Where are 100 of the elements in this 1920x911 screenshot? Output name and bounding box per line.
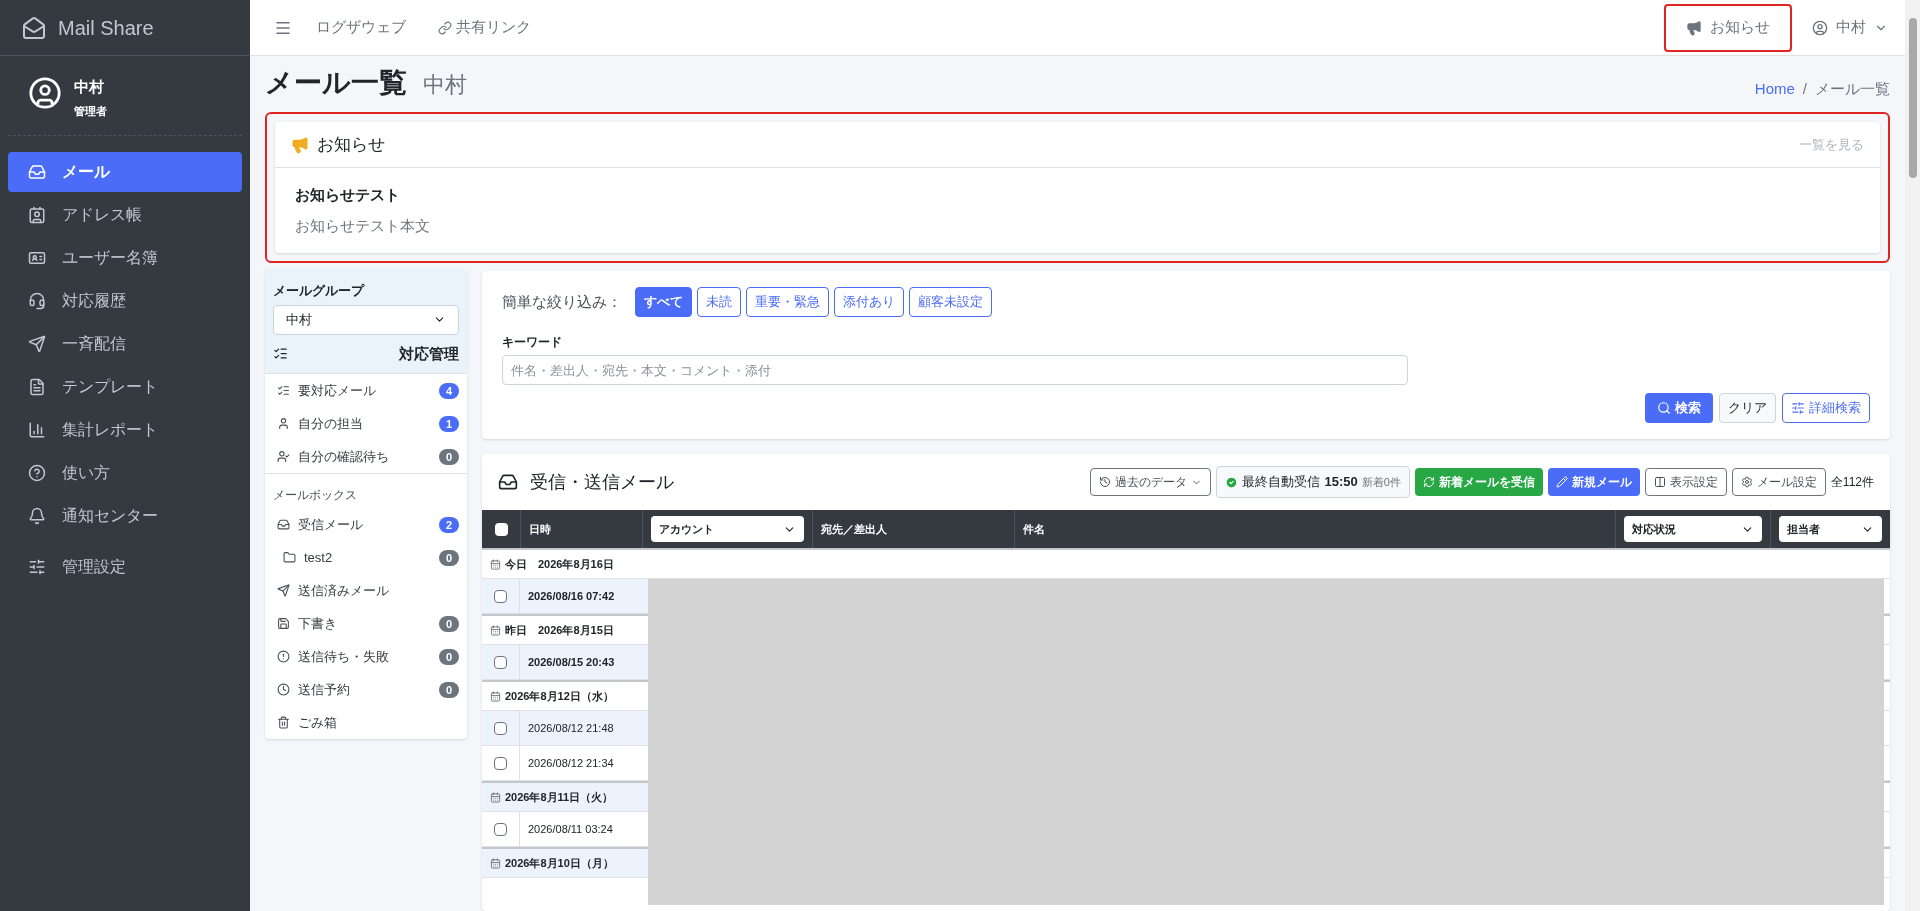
mailbox-item[interactable]: 送信予約 0 bbox=[265, 673, 467, 706]
count-badge: 4 bbox=[438, 382, 459, 399]
count-badge: 0 bbox=[438, 615, 459, 632]
filter-chip[interactable]: 未読 bbox=[697, 287, 741, 317]
mailbox-item[interactable]: 下書き 0 bbox=[265, 607, 467, 640]
mail-row[interactable]: 2026/08/15 20:43 bbox=[482, 645, 648, 679]
date-group-label: 今日 2026年8月16日 bbox=[505, 556, 614, 572]
calendar-icon bbox=[490, 690, 501, 702]
display-settings-button[interactable]: 表示設定 bbox=[1644, 468, 1727, 496]
notice-button[interactable]: お知らせ bbox=[1664, 3, 1792, 52]
link-icon bbox=[438, 20, 452, 35]
sidebar-item[interactable]: ユーザー名簿 bbox=[8, 238, 242, 278]
filter-chip[interactable]: 顧客未設定 bbox=[909, 287, 992, 317]
filter-chip[interactable]: 重要・緊急 bbox=[746, 287, 829, 317]
nav-link[interactable]: 共有リンク bbox=[422, 16, 547, 39]
keyword-field[interactable]: 件名・差出人・宛先・本文・コメント・添付 bbox=[502, 355, 1408, 385]
new-count: 新着0件 bbox=[1361, 474, 1401, 490]
column-filter[interactable]: 担当者 bbox=[1779, 516, 1882, 542]
paper-plane-icon bbox=[277, 584, 290, 597]
columns-icon bbox=[1653, 476, 1666, 488]
column-filter[interactable]: アカウント bbox=[651, 516, 804, 542]
past-data-button[interactable]: 過去のデータ bbox=[1090, 468, 1212, 496]
contact-book-icon bbox=[28, 206, 46, 224]
paper-plane-icon bbox=[28, 335, 46, 353]
sidebar-item[interactable]: 管理設定 bbox=[8, 547, 242, 587]
megaphone-icon bbox=[291, 135, 309, 154]
new-mail-button[interactable]: 新規メール bbox=[1547, 468, 1640, 496]
count-badge: 0 bbox=[438, 549, 459, 566]
date-group-label: 昨日 2026年8月15日 bbox=[505, 622, 614, 638]
select-all-checkbox[interactable] bbox=[494, 522, 508, 536]
breadcrumb-current: メール一覧 bbox=[1815, 78, 1890, 99]
column-filter[interactable]: 対応状況 bbox=[1624, 516, 1762, 542]
filter-chip[interactable]: すべて bbox=[635, 287, 692, 317]
headset-icon bbox=[28, 292, 46, 310]
page-title: メール一覧 bbox=[265, 66, 407, 100]
column-header: 日時 bbox=[529, 521, 551, 537]
sidebar-item[interactable]: 一斉配信 bbox=[8, 324, 242, 364]
inbox-icon bbox=[277, 518, 290, 531]
mailbox-item[interactable]: 自分の確認待ち 0 bbox=[265, 440, 467, 473]
page-subtitle: 中村 bbox=[423, 71, 467, 99]
mail-date: 2026/08/12 21:34 bbox=[527, 755, 615, 771]
row-checkbox[interactable] bbox=[494, 822, 507, 836]
group-label: メールグループ bbox=[273, 282, 366, 300]
checklist-icon bbox=[277, 384, 290, 397]
user-menu[interactable]: 中村 bbox=[1792, 16, 1888, 39]
bell-icon bbox=[28, 507, 46, 525]
group-select[interactable]: 中村 bbox=[273, 304, 459, 335]
folder-icon bbox=[283, 551, 296, 564]
count-badge: 0 bbox=[438, 448, 459, 465]
filter-label: 簡単な絞り込み： bbox=[502, 291, 622, 312]
mailbox-item[interactable]: 送信待ち・失敗 0 bbox=[265, 640, 467, 673]
mail-settings-button[interactable]: メール設定 bbox=[1731, 468, 1826, 496]
user-icon bbox=[277, 417, 290, 430]
sidebar-item[interactable]: テンプレート bbox=[8, 367, 242, 407]
mailbox-item[interactable]: 受信メール 2 bbox=[265, 508, 467, 541]
calendar-icon bbox=[490, 558, 501, 570]
notice-item-body: お知らせテスト本文 bbox=[295, 215, 431, 236]
checklist-icon bbox=[273, 346, 288, 362]
mail-row[interactable]: 2026/08/12 21:48 bbox=[482, 711, 648, 745]
clear-button[interactable]: クリア bbox=[1719, 393, 1776, 423]
avatar-icon bbox=[28, 76, 62, 110]
user-circle-icon bbox=[1812, 19, 1828, 36]
pencil-icon bbox=[1555, 476, 1568, 488]
search-icon bbox=[1657, 401, 1671, 415]
date-group-label: 2026年8月12日（水） bbox=[505, 688, 614, 704]
help-icon bbox=[28, 464, 46, 482]
mailbox-item[interactable]: 要対応メール 4 bbox=[265, 374, 467, 407]
bar-chart-icon bbox=[28, 421, 46, 439]
mailbox-item[interactable]: 自分の担当 1 bbox=[265, 407, 467, 440]
mailbox-item[interactable]: 送信済みメール bbox=[265, 574, 467, 607]
auto-receive-time: 15:50 bbox=[1324, 473, 1358, 492]
mail-card-title: 受信・送信メール bbox=[530, 470, 674, 494]
document-icon bbox=[28, 378, 46, 396]
row-checkbox[interactable] bbox=[494, 589, 507, 603]
sidebar-item[interactable]: メール bbox=[8, 152, 242, 192]
filter-chip[interactable]: 添付あり bbox=[834, 287, 904, 317]
sidebar-item[interactable]: 通知センター bbox=[8, 496, 242, 536]
advanced-search-button[interactable]: 詳細検索 bbox=[1782, 393, 1870, 423]
notice-title: お知らせ bbox=[317, 133, 385, 156]
mail-date: 2026/08/11 03:24 bbox=[527, 821, 614, 837]
breadcrumb-link[interactable]: Home bbox=[1754, 77, 1795, 100]
mailbox-item[interactable]: test2 0 bbox=[265, 541, 467, 574]
sidebar-item[interactable]: アドレス帳 bbox=[8, 195, 242, 235]
count-badge: 1 bbox=[438, 415, 459, 432]
search-button[interactable]: 検索 bbox=[1645, 393, 1713, 423]
history-icon bbox=[1099, 476, 1112, 488]
id-card-icon bbox=[28, 249, 46, 267]
save-icon bbox=[277, 617, 290, 630]
sidebar-item[interactable]: 集計レポート bbox=[8, 410, 242, 450]
gear-icon bbox=[1740, 476, 1753, 488]
mail-row[interactable]: 2026/08/16 07:42 bbox=[482, 579, 648, 613]
nav-link[interactable]: ログザウェブ bbox=[300, 16, 422, 39]
row-checkbox[interactable] bbox=[494, 721, 507, 735]
sidebar-item[interactable]: 使い方 bbox=[8, 453, 242, 493]
row-checkbox[interactable] bbox=[494, 756, 507, 770]
user-role: 管理者 bbox=[74, 103, 107, 119]
sidebar-item[interactable]: 対応履歴 bbox=[8, 281, 242, 321]
user-name: 中村 bbox=[74, 77, 105, 97]
mailbox-item[interactable]: ごみ箱 bbox=[265, 706, 467, 739]
row-checkbox[interactable] bbox=[494, 655, 507, 669]
